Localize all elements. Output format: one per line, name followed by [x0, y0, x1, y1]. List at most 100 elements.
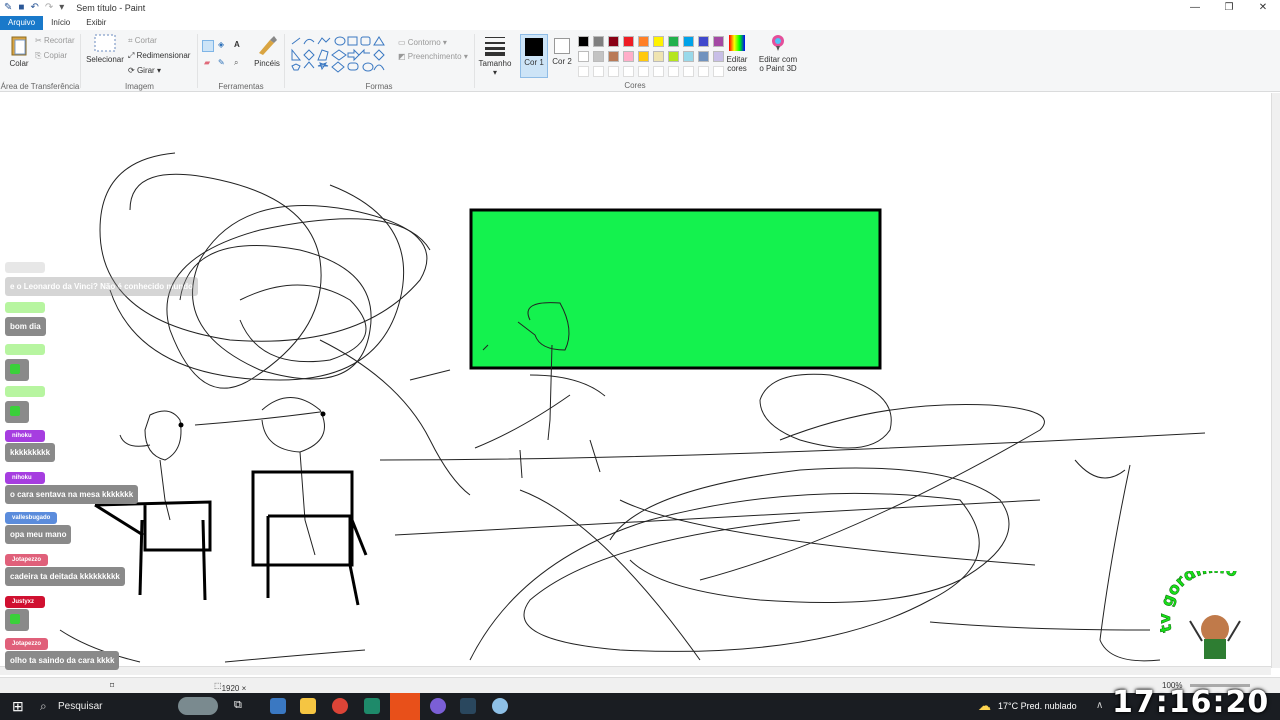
maximize-button[interactable]: ❐ [1212, 0, 1246, 16]
vertical-scrollbar[interactable] [1271, 93, 1280, 668]
palette-swatch[interactable] [578, 51, 589, 62]
text-tool-icon[interactable]: A [234, 40, 240, 49]
edit-colors-button[interactable]: Editar cores [724, 34, 750, 73]
scribble-stroke [159, 459, 171, 521]
resize-button[interactable]: ⤢ Redimensionar [128, 51, 190, 61]
pencil-icon[interactable] [202, 40, 214, 52]
color1-button[interactable]: Cor 1 [520, 34, 548, 78]
chat-text: bom dia [5, 317, 46, 336]
edge-icon[interactable] [270, 698, 286, 714]
image-group-label: Imagem [125, 82, 154, 91]
size-button[interactable]: Tamanho ▾ [478, 34, 512, 77]
palette-swatch[interactable] [713, 36, 724, 47]
drawing-canvas[interactable]: tv gordinho [0, 93, 1280, 678]
chat-message: Jotapezzo olho ta saindo da cara kkkk [5, 636, 120, 670]
palette-swatch[interactable] [623, 36, 634, 47]
status-bar: ⌑ ⬚ 1920 × 1080px 100% [0, 677, 1280, 702]
palette-swatch[interactable] [698, 36, 709, 47]
palette-custom-swatch[interactable] [653, 66, 664, 77]
palette-swatch[interactable] [638, 51, 649, 62]
chat-username: vallesbugado [5, 512, 58, 524]
palette-swatch[interactable] [593, 51, 604, 62]
scribble-stroke [699, 403, 1045, 581]
brush-icon [259, 36, 277, 55]
chat-emote-icon [10, 364, 20, 374]
chat-username: Justyxz [5, 596, 45, 608]
tab-inicio[interactable]: Início [43, 16, 78, 30]
search-icon[interactable]: ⌕ [40, 699, 47, 714]
start-icon[interactable]: ⊞ [12, 698, 24, 715]
ribbon-tabs: Arquivo Início Exibir [0, 16, 114, 30]
palette-swatch[interactable] [638, 36, 649, 47]
eraser-icon[interactable]: ▰ [204, 58, 210, 67]
task-view-icon[interactable]: ⧉ [234, 699, 242, 712]
palette-custom-swatch[interactable] [578, 66, 589, 77]
chat-username: Jotapezzo [5, 638, 49, 650]
copy-button[interactable]: ⎘ Copiar [35, 51, 67, 61]
palette-swatch[interactable] [698, 51, 709, 62]
palette-swatch[interactable] [623, 51, 634, 62]
palette-custom-swatch[interactable] [668, 66, 679, 77]
palette-custom-swatch[interactable] [608, 66, 619, 77]
save-icon[interactable]: ■ [18, 0, 24, 16]
palette-custom-swatch[interactable] [683, 66, 694, 77]
cut-button[interactable]: ✂ Recortar [35, 36, 75, 45]
select-button[interactable]: Selecionar [86, 34, 124, 64]
weather-icon: ☁ [978, 698, 991, 713]
palette-swatch[interactable] [683, 51, 694, 62]
color2-button[interactable]: Cor 2 [550, 34, 574, 66]
palette-swatch[interactable] [668, 51, 679, 62]
palette-custom-swatch[interactable] [638, 66, 649, 77]
horizontal-scrollbar[interactable] [0, 666, 1271, 675]
palette-swatch[interactable] [593, 36, 604, 47]
chevron-up-icon[interactable]: ∧ [1096, 700, 1103, 711]
taskbar-search[interactable]: Pesquisar [58, 701, 102, 712]
palette-custom-swatch[interactable] [713, 66, 724, 77]
palette-swatch[interactable] [608, 36, 619, 47]
palette-swatch[interactable] [608, 51, 619, 62]
figure-sketch [519, 449, 523, 479]
window-title: Sem título - Paint [76, 3, 146, 13]
file-explorer-icon[interactable] [300, 698, 316, 714]
outline-button[interactable]: ▭ Contorno ▾ [398, 38, 447, 47]
redo-icon[interactable]: ↷ [45, 0, 53, 16]
paint-icon[interactable] [492, 698, 508, 714]
palette-swatch[interactable] [653, 36, 664, 47]
tab-arquivo[interactable]: Arquivo [0, 16, 44, 30]
chair-sketch-head [261, 397, 325, 453]
undo-icon[interactable]: ↶ [30, 0, 38, 16]
palette-swatch[interactable] [578, 36, 589, 47]
palette-swatch[interactable] [653, 51, 664, 62]
chrome-icon[interactable] [332, 698, 348, 714]
chat-text: o cara sentava na mesa kkkkkkk [5, 485, 139, 504]
crop-button[interactable]: ⌗ Cortar [128, 36, 157, 46]
rotate-button[interactable]: ⟳ Girar ▾ [128, 66, 161, 75]
palette-swatch[interactable] [668, 36, 679, 47]
green-rectangle [469, 208, 882, 370]
palette-custom-swatch[interactable] [593, 66, 604, 77]
paste-button[interactable]: Colar [6, 34, 32, 68]
chat-text: olho ta saindo da cara kkkk [5, 651, 120, 670]
weather-text: 17°C Pred. nublado [998, 701, 1077, 711]
fill-button[interactable]: ◩ Preenchimento ▾ [398, 52, 468, 61]
brushes-button[interactable]: Pincéis [252, 34, 282, 68]
shapes-gallery[interactable] [290, 36, 390, 76]
fill-bucket-icon[interactable]: ◈ [218, 40, 224, 49]
app-icon[interactable] [364, 698, 380, 714]
tab-exibir[interactable]: Exibir [78, 16, 114, 30]
palette-custom-swatch[interactable] [698, 66, 709, 77]
color-wheel-icon [729, 35, 745, 51]
obs-recording-icon[interactable] [390, 693, 420, 720]
close-button[interactable]: ✕ [1246, 0, 1280, 16]
paint3d-button[interactable]: Editar com o Paint 3D [758, 34, 798, 73]
palette-custom-swatch[interactable] [623, 66, 634, 77]
palette-swatch[interactable] [713, 51, 724, 62]
color-picker-icon[interactable]: ✎ [218, 58, 225, 67]
discord-icon[interactable] [430, 698, 446, 714]
steam-icon[interactable] [460, 698, 476, 714]
minimize-button[interactable]: — [1178, 0, 1212, 16]
palette-swatch[interactable] [683, 36, 694, 47]
chat-text [5, 401, 29, 423]
chevron-down-icon[interactable]: ▾ [59, 0, 64, 16]
magnifier-icon[interactable]: ⌕ [234, 58, 238, 68]
